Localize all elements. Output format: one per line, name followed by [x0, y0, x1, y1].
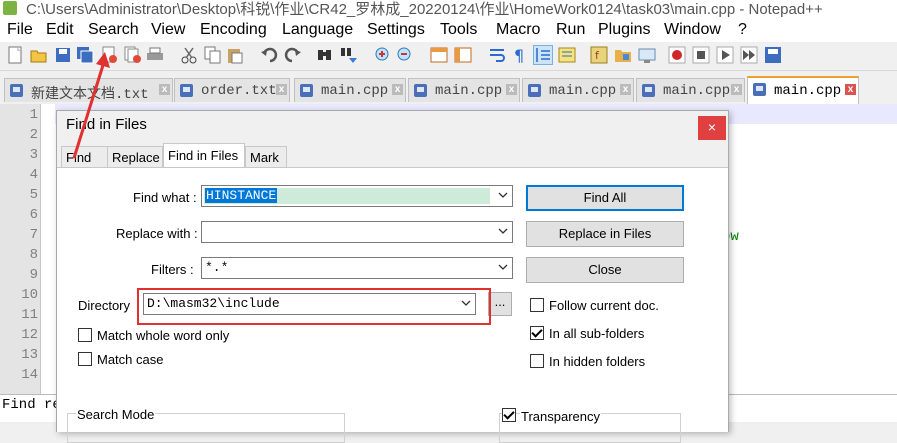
annotation-arrow-icon [72, 52, 110, 159]
